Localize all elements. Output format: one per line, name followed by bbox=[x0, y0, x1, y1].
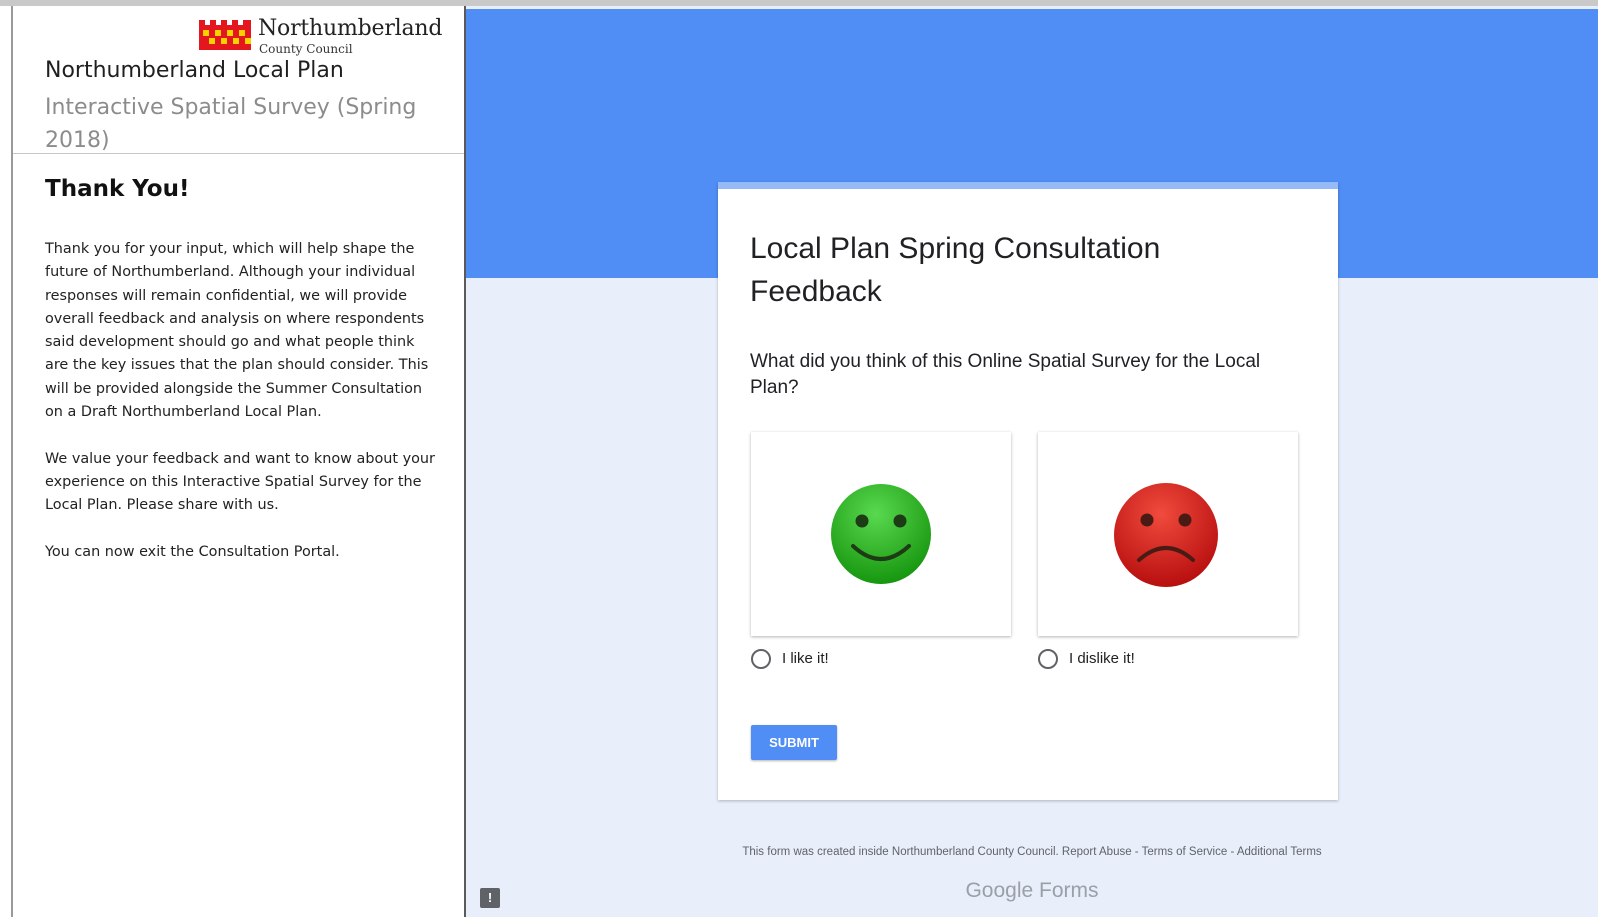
sidebar-divider bbox=[13, 153, 464, 154]
thank-you-paragraph: Thank you for your input, which will hel… bbox=[45, 241, 429, 421]
council-name: Northumberland bbox=[258, 16, 443, 41]
feedback-paragraph: We value your feedback and want to know … bbox=[45, 450, 435, 514]
like-label: I like it! bbox=[782, 650, 829, 667]
dislike-label: I dislike it! bbox=[1069, 650, 1135, 667]
consultation-sidebar: Northumberland County Council Northumber… bbox=[11, 6, 466, 917]
form-card: Local Plan Spring Consultation Feedback … bbox=[718, 182, 1338, 800]
council-name-sub: County Council bbox=[259, 42, 353, 56]
form-footer: This form was created inside Northumberl… bbox=[466, 846, 1598, 858]
google-forms-logo[interactable]: Google Forms bbox=[466, 879, 1598, 903]
plan-title: Northumberland Local Plan bbox=[45, 58, 344, 83]
submit-button[interactable]: SUBMIT bbox=[751, 725, 837, 760]
terms-of-service-link[interactable]: Terms of Service bbox=[1142, 846, 1228, 858]
report-abuse-link[interactable]: Report Abuse bbox=[1062, 846, 1132, 858]
footer-text: This form was created inside Northumberl… bbox=[742, 846, 1059, 858]
like-option-image[interactable] bbox=[751, 432, 1011, 636]
plan-subtitle: Interactive Spatial Survey (Spring 2018) bbox=[45, 95, 417, 153]
additional-terms-link[interactable]: Additional Terms bbox=[1237, 846, 1322, 858]
council-logo: Northumberland County Council bbox=[199, 14, 449, 58]
report-problem-icon[interactable]: ! bbox=[480, 888, 500, 908]
dislike-option-image[interactable] bbox=[1038, 432, 1298, 636]
council-crest-icon bbox=[199, 20, 251, 50]
thank-you-body: Thank you for your input, which will hel… bbox=[45, 238, 437, 587]
happy-face-icon bbox=[831, 484, 931, 584]
thank-you-heading: Thank You! bbox=[45, 176, 190, 202]
google-form-pane: Local Plan Spring Consultation Feedback … bbox=[466, 6, 1598, 917]
form-title: Local Plan Spring Consultation Feedback bbox=[750, 232, 1161, 308]
question-text: What did you think of this Online Spatia… bbox=[750, 351, 1261, 398]
footer-separator: - bbox=[1131, 846, 1142, 858]
sad-face-icon bbox=[1114, 483, 1218, 587]
exit-paragraph: You can now exit the Consultation Portal… bbox=[45, 543, 340, 560]
like-radio-button[interactable] bbox=[751, 649, 771, 669]
footer-separator: - bbox=[1227, 846, 1237, 858]
dislike-radio-button[interactable] bbox=[1038, 649, 1058, 669]
